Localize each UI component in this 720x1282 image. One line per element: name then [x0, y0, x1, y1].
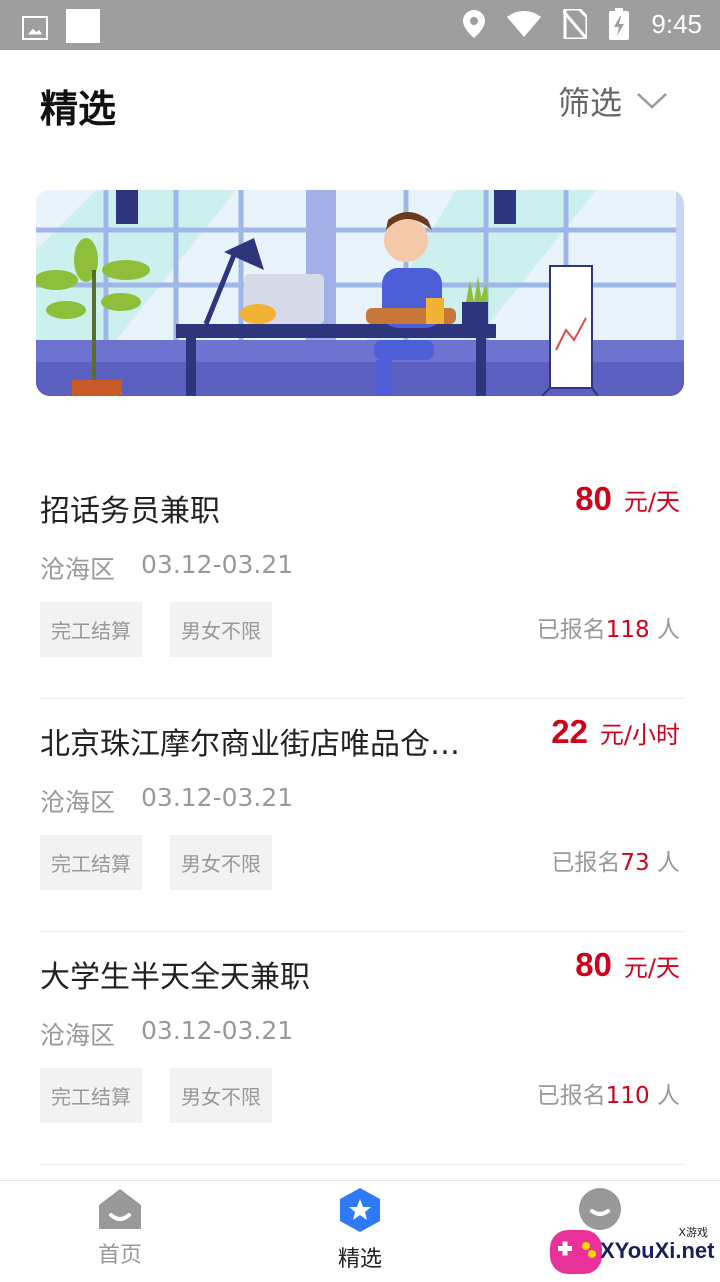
job-card[interactable]: 北京珠江摩尔商业街店唯品仓… 22 元/小时 沧海区 03.12-03.21 完…: [40, 699, 684, 932]
watermark-text: XYouXi.net: [600, 1238, 715, 1263]
tab-home[interactable]: 首页: [60, 1187, 180, 1269]
job-district: 沧海区: [40, 555, 116, 584]
notification-icon: [66, 9, 100, 43]
job-title: 北京珠江摩尔商业街店唯品仓…: [40, 727, 460, 762]
tag-settlement: 完工结算: [40, 835, 142, 890]
salary-amount: 80: [575, 946, 612, 983]
job-meta: 沧海区 03.12-03.21: [40, 783, 293, 819]
star-badge-icon: [340, 1188, 380, 1232]
page-title: 精选: [40, 87, 117, 131]
salary-unit: 元/小时: [599, 721, 680, 749]
enrolled-count: 已报名110 人: [536, 1083, 680, 1109]
job-salary: 80 元/天: [575, 480, 680, 518]
job-salary: 22 元/小时: [551, 713, 680, 751]
enrolled-count: 已报名118 人: [536, 617, 680, 643]
job-district: 沧海区: [40, 1021, 116, 1050]
job-title: 大学生半天全天兼职: [40, 960, 310, 995]
filter-button[interactable]: 筛选: [558, 78, 668, 124]
salary-unit: 元/天: [623, 954, 680, 982]
job-dates: 03.12-03.21: [141, 1016, 294, 1045]
salary-amount: 80: [575, 480, 612, 517]
job-salary: 80 元/天: [575, 946, 680, 984]
tag-settlement: 完工结算: [40, 602, 142, 657]
home-icon: [99, 1189, 141, 1229]
status-time: 9:45: [651, 8, 702, 39]
header: 精选 筛选: [0, 50, 720, 160]
enrolled-count: 已报名73 人: [551, 850, 680, 876]
no-sim-icon: [563, 9, 588, 39]
location-icon: [463, 10, 486, 38]
tag-gender: 男女不限: [170, 835, 272, 890]
status-bar: 9:45: [0, 0, 720, 50]
gallery-notification-icon: [22, 15, 48, 40]
banner-image[interactable]: [36, 190, 684, 396]
filter-label: 筛选: [557, 84, 622, 122]
job-dates: 03.12-03.21: [141, 550, 294, 579]
job-title: 招话务员兼职: [40, 494, 220, 529]
job-meta: 沧海区 03.12-03.21: [40, 1016, 293, 1052]
office-illustration: [36, 190, 684, 396]
battery-charging-icon: [609, 8, 630, 40]
tag-gender: 男女不限: [170, 1068, 272, 1123]
job-card[interactable]: 招话务员兼职 80 元/天 沧海区 03.12-03.21 完工结算 男女不限 …: [40, 466, 684, 699]
wifi-icon: [507, 11, 542, 37]
tab-home-label: 首页: [97, 1243, 142, 1268]
tab-featured-label: 精选: [337, 1247, 382, 1272]
job-card[interactable]: 大学生半天全天兼职 80 元/天 沧海区 03.12-03.21 完工结算 男女…: [40, 932, 684, 1165]
job-meta: 沧海区 03.12-03.21: [40, 550, 293, 586]
job-district: 沧海区: [40, 788, 116, 817]
job-dates: 03.12-03.21: [141, 783, 294, 812]
job-tags: 完工结算 男女不限: [40, 835, 272, 890]
tag-gender: 男女不限: [170, 602, 272, 657]
job-tags: 完工结算 男女不限: [40, 602, 272, 657]
salary-unit: 元/天: [623, 488, 680, 516]
job-tags: 完工结算 男女不限: [40, 1068, 272, 1123]
watermark-logo: X游戏 XYouXi.net: [548, 1222, 720, 1278]
tag-settlement: 完工结算: [40, 1068, 142, 1123]
tab-featured[interactable]: 精选: [300, 1187, 420, 1273]
chevron-down-icon: [637, 93, 667, 109]
salary-amount: 22: [551, 713, 588, 750]
